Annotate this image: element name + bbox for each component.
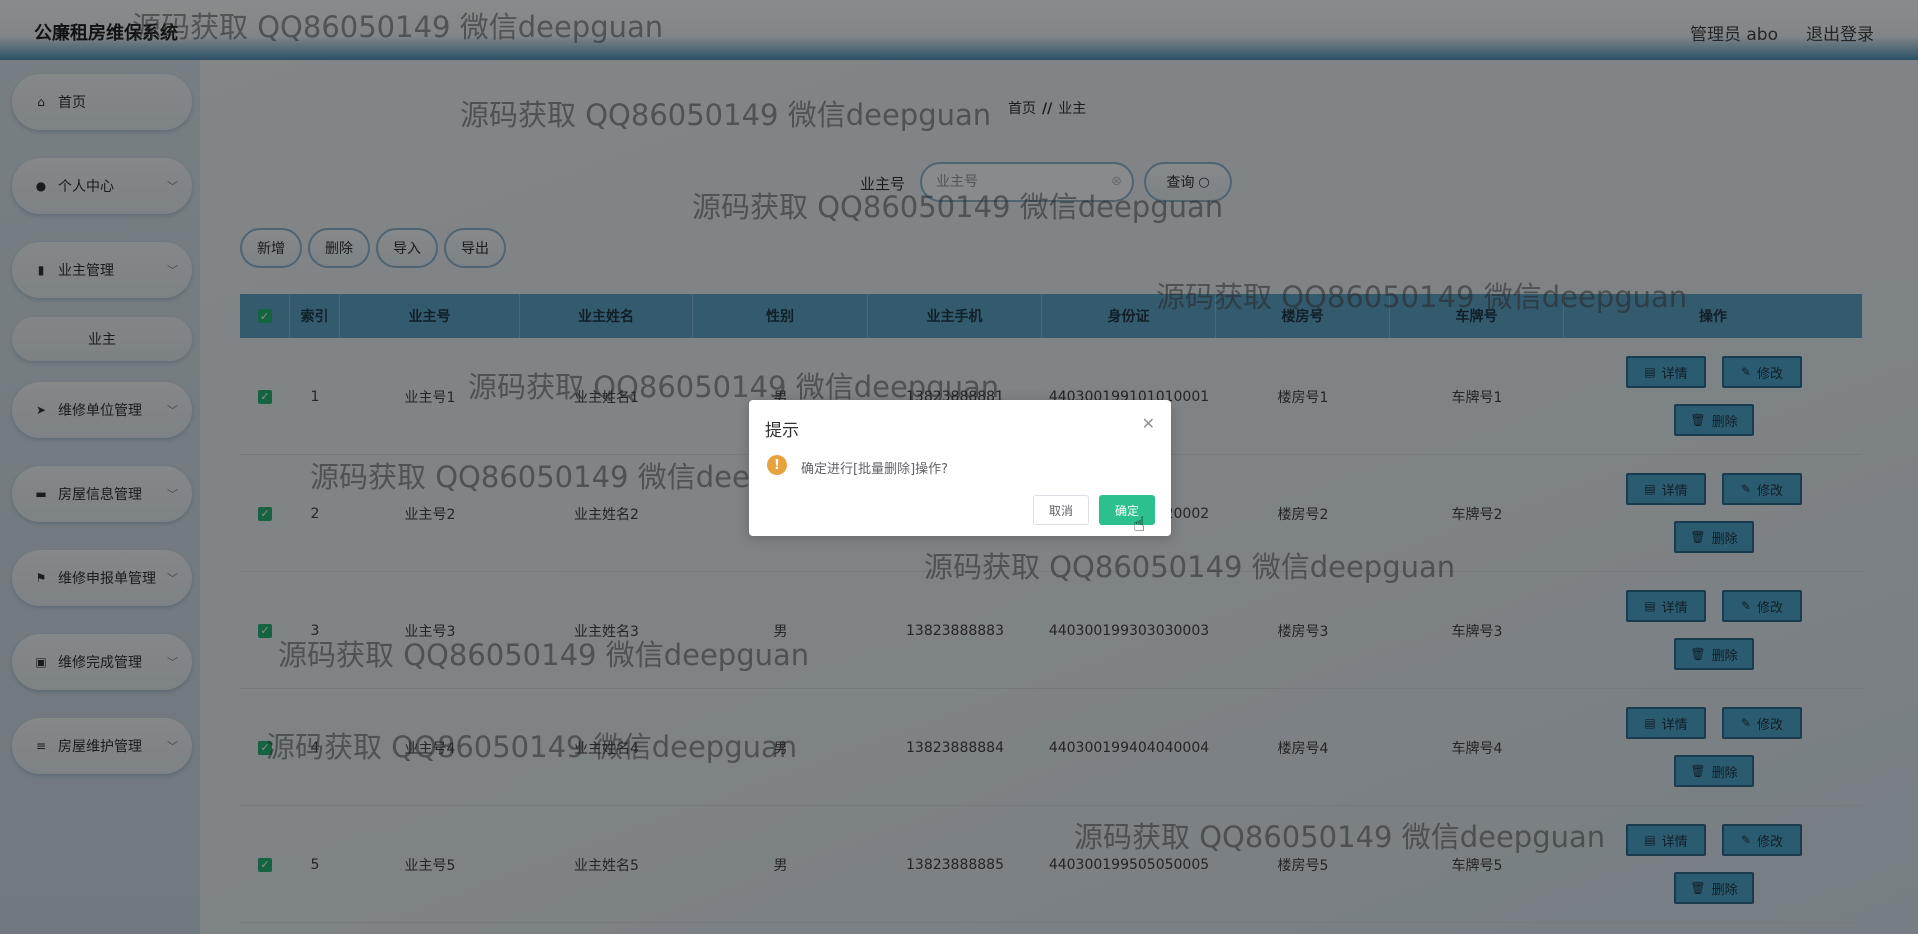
dialog-message: 确定进行[批量删除]操作? [801,462,949,477]
confirm-button[interactable]: 确定 [1099,495,1155,525]
close-icon[interactable]: ✕ [1142,414,1155,433]
hand-cursor-icon: ☝ [1133,512,1146,536]
confirm-dialog: 提示 ✕ ! 确定进行[批量删除]操作? 取消 确定 [749,400,1171,536]
dialog-title: 提示 [765,421,799,441]
warning-icon: ! [767,455,787,475]
cancel-button[interactable]: 取消 [1033,495,1089,525]
